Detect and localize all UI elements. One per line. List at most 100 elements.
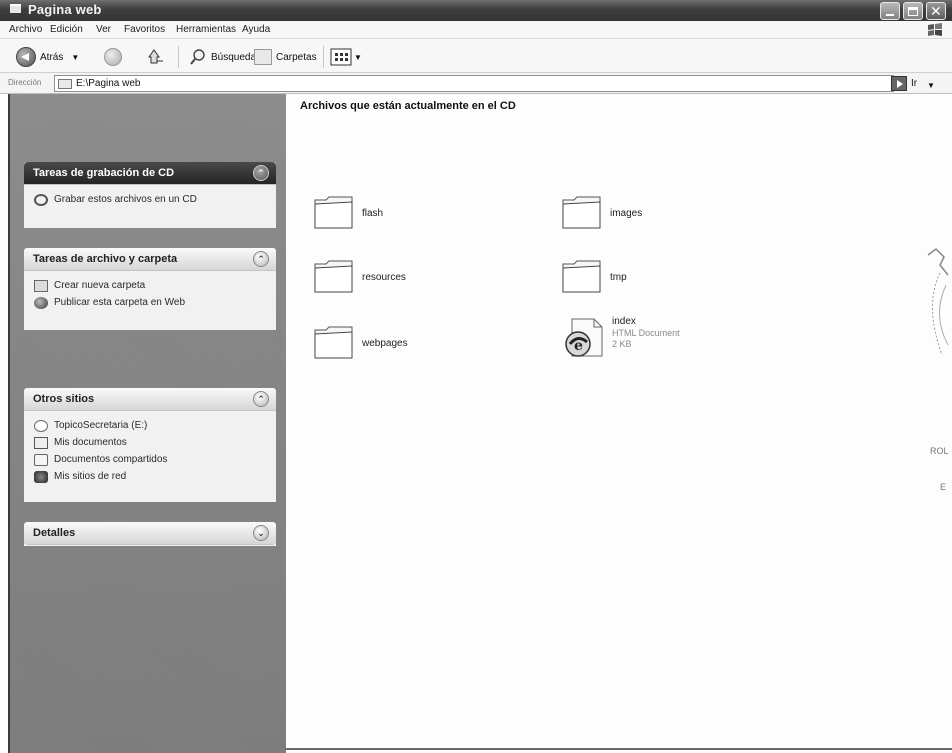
back-arrow-icon [16, 47, 36, 67]
folder-icon [562, 260, 601, 293]
menu-edicion[interactable]: Edición [50, 24, 83, 35]
drive-icon [34, 419, 48, 432]
file-size: 2 KB [612, 339, 632, 349]
maximize-button[interactable] [903, 2, 923, 20]
address-dropdown-icon[interactable]: ▼ [925, 80, 937, 92]
folder-item-flash[interactable]: flash [312, 192, 472, 242]
documents-icon [34, 436, 48, 449]
task-new-folder[interactable]: Crear nueva carpeta [34, 277, 268, 294]
toolbar: Atrás ▼ Búsqueda Carpetas ▼ [0, 39, 952, 73]
expand-down-icon[interactable]: ⌄ [253, 525, 269, 541]
collapse-up-icon[interactable]: ⌃ [253, 251, 269, 267]
panel-title-cd: Tareas de grabación de CD [33, 167, 175, 179]
folder-icon [314, 196, 353, 229]
panel-details: Detalles ⌄ [24, 522, 276, 546]
globe-icon [34, 296, 48, 309]
place-my-documents[interactable]: Mis documentos [34, 434, 268, 451]
task-burn-cd[interactable]: Grabar estos archivos en un CD [34, 191, 268, 208]
collapse-up-icon[interactable]: ⌃ [253, 391, 269, 407]
search-icon [190, 49, 205, 65]
panel-header-details[interactable]: Detalles ⌄ [24, 522, 276, 545]
file-item-index[interactable]: e index HTML Document 2 KB [562, 316, 742, 372]
place-label: TopicoSecretaria (E:) [54, 420, 148, 431]
up-arrow-icon [148, 49, 163, 64]
menu-ayuda[interactable]: Ayuda [242, 24, 270, 35]
minimize-button[interactable] [880, 2, 900, 20]
task-label: Crear nueva carpeta [54, 280, 146, 291]
edge-text-1: ROL [930, 446, 949, 456]
address-folder-icon [58, 79, 72, 89]
address-bar: Dirección E:\Pagina web ▼ Ir [0, 73, 952, 94]
title-bar[interactable]: Pagina web ✕ [0, 0, 952, 21]
menu-favoritos[interactable]: Favoritos [124, 24, 165, 35]
folder-name: webpages [362, 338, 408, 349]
chevron-down-icon[interactable]: ▼ [71, 53, 79, 62]
edge-text-2: E [940, 482, 947, 492]
menu-bar: Archivo Edición Ver Favoritos Herramient… [0, 21, 952, 39]
task-label: Grabar estos archivos en un CD [54, 194, 197, 205]
folder-name: images [610, 208, 643, 219]
panel-header-cd[interactable]: Tareas de grabación de CD ⌃ [24, 162, 276, 185]
minimize-icon [886, 14, 894, 16]
panel-file-tasks: Tareas de archivo y carpeta ⌃ Crear nuev… [24, 248, 276, 330]
new-folder-icon [34, 279, 48, 292]
folder-item-images[interactable]: images [560, 192, 720, 242]
search-button[interactable]: Búsqueda [188, 47, 256, 67]
address-input[interactable]: E:\Pagina web ▼ [54, 75, 935, 92]
place-network[interactable]: Mis sitios de red [34, 468, 268, 485]
folder-icon [562, 196, 601, 229]
folders-label: Carpetas [276, 51, 317, 63]
task-publish-web[interactable]: Publicar esta carpeta en Web [34, 294, 268, 311]
menu-herramientas[interactable]: Herramientas [176, 24, 236, 35]
folders-icon [254, 49, 272, 65]
edge-decoration [927, 248, 949, 356]
views-icon [330, 48, 352, 66]
burn-cd-icon [34, 193, 48, 206]
address-label: Dirección [8, 78, 42, 87]
html-document-icon: e [565, 318, 603, 357]
menu-ver[interactable]: Ver [96, 24, 111, 35]
back-label: Atrás [40, 51, 64, 63]
views-button[interactable]: ▼ [330, 47, 362, 67]
network-icon [34, 470, 48, 483]
panel-header-other[interactable]: Otros sitios ⌃ [24, 388, 276, 411]
go-label[interactable]: Ir [911, 78, 917, 89]
close-icon: ✕ [930, 3, 942, 19]
search-label: Búsqueda [211, 51, 257, 63]
svg-text:e: e [574, 338, 583, 354]
file-type: HTML Document [612, 328, 680, 338]
folder-name: resources [362, 272, 406, 283]
views-chevron-down-icon[interactable]: ▼ [354, 53, 362, 62]
address-value: E:\Pagina web [76, 78, 141, 89]
window-bottom-border [286, 748, 952, 750]
place-label: Documentos compartidos [54, 454, 168, 465]
place-label: Mis documentos [54, 437, 127, 448]
folders-button[interactable]: Carpetas [254, 47, 317, 67]
forward-arrow-icon [104, 48, 122, 66]
go-button[interactable] [891, 76, 907, 91]
task-pane: Tareas de grabación de CD ⌃ Grabar estos… [8, 94, 286, 753]
back-button[interactable]: Atrás ▼ [16, 47, 79, 67]
close-button[interactable]: ✕ [926, 2, 946, 20]
folder-item-webpages[interactable]: webpages [312, 322, 472, 372]
folder-name: flash [362, 208, 384, 219]
forward-button[interactable] [104, 47, 122, 67]
folder-icon [10, 4, 21, 13]
windows-logo-icon [928, 23, 942, 36]
menu-archivo[interactable]: Archivo [9, 24, 42, 35]
panel-other-places: Otros sitios ⌃ TopicoSecretaria (E:) Mis… [24, 388, 276, 502]
panel-title-details: Detalles [33, 527, 76, 539]
window-title: Pagina web [28, 2, 102, 17]
folder-icon [314, 260, 353, 293]
collapse-up-icon[interactable]: ⌃ [253, 165, 269, 181]
place-label: Mis sitios de red [54, 471, 127, 482]
task-label: Publicar esta carpeta en Web [54, 297, 186, 308]
panel-title-other: Otros sitios [33, 393, 95, 405]
panel-cd-tasks: Tareas de grabación de CD ⌃ Grabar estos… [24, 162, 276, 228]
place-shared-documents[interactable]: Documentos compartidos [34, 451, 268, 468]
panel-header-file[interactable]: Tareas de archivo y carpeta ⌃ [24, 248, 276, 271]
place-drive[interactable]: TopicoSecretaria (E:) [34, 417, 268, 434]
folder-item-resources[interactable]: resources [312, 256, 472, 306]
up-folder-button[interactable] [147, 47, 167, 67]
folder-item-tmp[interactable]: tmp [560, 256, 720, 306]
